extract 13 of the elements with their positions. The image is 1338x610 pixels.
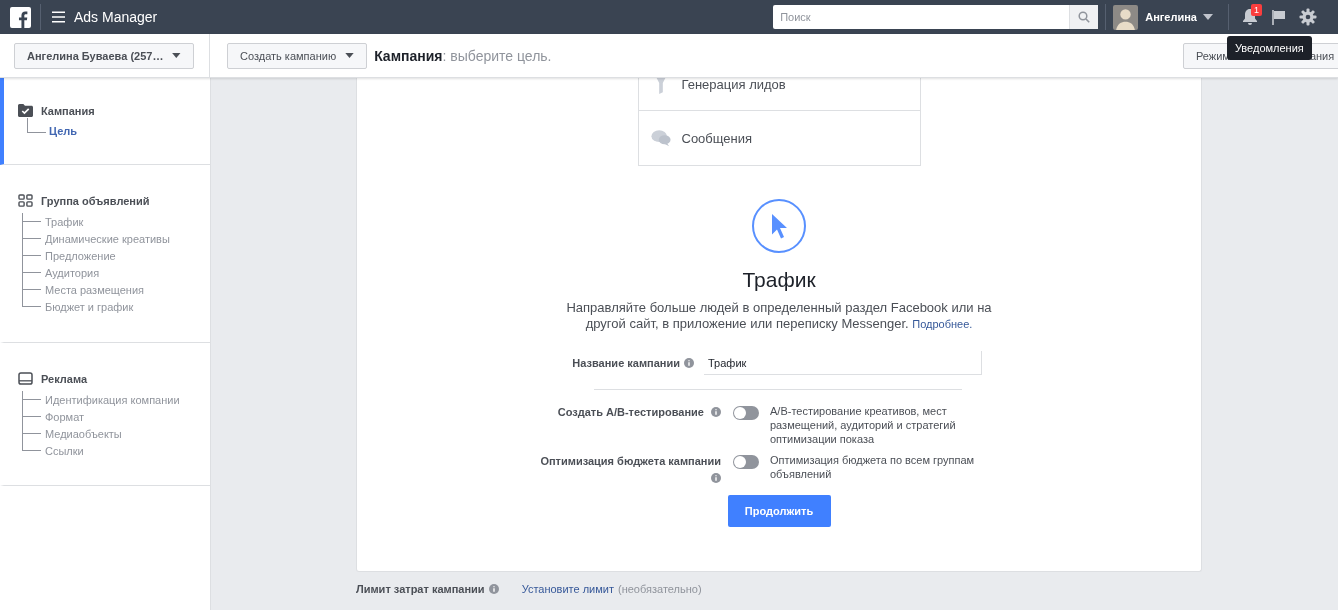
- app-title: Ads Manager: [74, 9, 158, 25]
- toggle-label: Оптимизация бюджета кампании: [539, 453, 721, 487]
- toggle-description: A/B-тестирование креативов, мест размещений, аудиторий и стратегий оптимизации показа: [770, 404, 957, 446]
- toggle-label: Создать A/B-тестирование: [557, 404, 721, 421]
- objective-title: Трафик: [742, 268, 816, 292]
- notification-badge: 1: [1251, 4, 1262, 16]
- spending-limit-label: Лимит затрат кампании: [356, 583, 485, 595]
- toggle-description: Оптимизация бюджета по всем группам объявлений: [770, 453, 976, 481]
- campaign-name-label: Название кампании: [572, 355, 680, 371]
- objective-description: Направляйте больше людей в определенный раздел Facebook или на другой сайт, в приложение или переписку Messenger. Подробнее.: [565, 300, 993, 332]
- notifications-tooltip: Уведомления: [1227, 36, 1312, 60]
- page-heading: Кампания: выберите цель.: [374, 47, 552, 64]
- optional-hint: (необязательно): [618, 583, 702, 595]
